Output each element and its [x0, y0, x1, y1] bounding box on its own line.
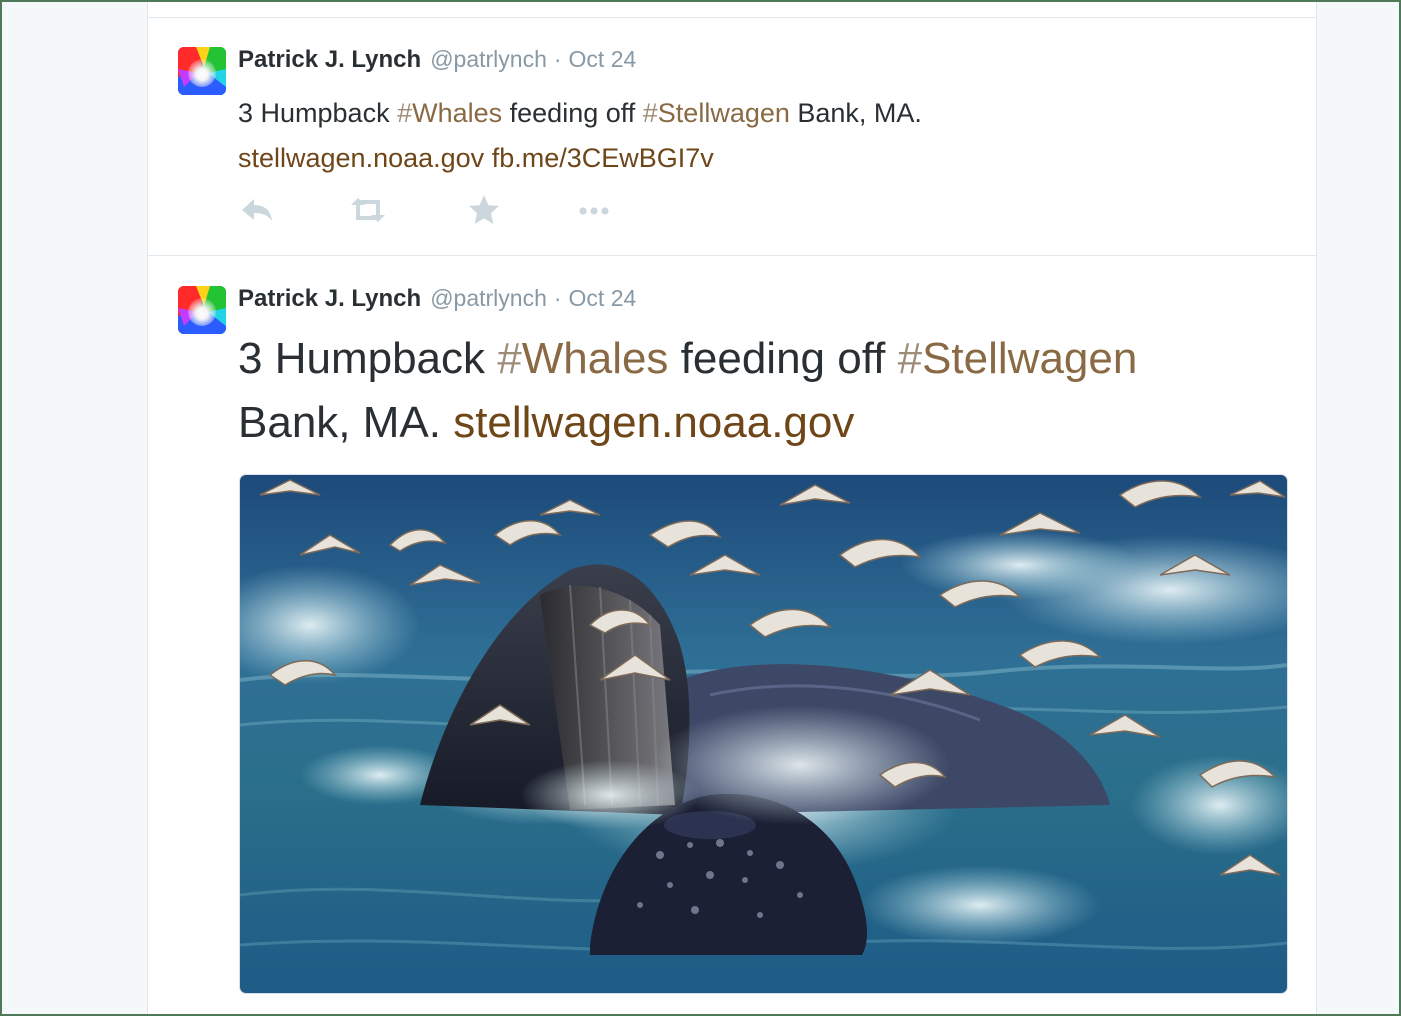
separator: · — [553, 46, 562, 72]
whales-gulls-photo — [240, 475, 1287, 993]
text-segment: feeding off — [668, 334, 898, 383]
retweet-button[interactable] — [348, 190, 388, 230]
tweet-header: Patrick J. Lynch @patrlynch · Oct 24 — [238, 285, 636, 315]
hashtag-symbol: # — [897, 334, 923, 383]
hashtag-symbol: # — [497, 334, 522, 383]
author-name[interactable]: Patrick J. Lynch — [238, 285, 421, 313]
hashtag-whales[interactable]: #Whales — [397, 98, 502, 128]
author-handle[interactable]: @patrlynch — [430, 46, 547, 73]
link-stellwagen[interactable]: stellwagen.noaa.gov — [453, 398, 854, 447]
text-segment: Bank, MA. — [238, 398, 454, 447]
timestamp[interactable]: Oct 24 — [569, 285, 637, 312]
star-icon — [469, 195, 499, 224]
hashtag-stellwagen[interactable]: #Stellwagen — [898, 334, 1138, 383]
tweet-text: 3 Humpback #Whales feeding off #Stellwag… — [238, 91, 1278, 181]
favorite-button[interactable] — [464, 190, 504, 230]
link-fb[interactable]: fb.me/3CEwBGI7v — [492, 143, 714, 173]
avatar[interactable] — [178, 47, 226, 95]
window-frame: Patrick J. Lynch @patrlynch · Oct 24 3 H… — [0, 0, 1401, 1016]
text-segment: 3 Humpback — [238, 98, 398, 128]
tweet-media-photo[interactable] — [239, 474, 1288, 994]
retweet-icon — [351, 198, 385, 222]
text-segment: feeding off — [502, 98, 643, 128]
timestamp[interactable]: Oct 24 — [569, 46, 637, 73]
text-segment: Bank, MA. — [789, 98, 922, 128]
more-button[interactable] — [574, 190, 614, 230]
hashtag-stellwagen[interactable]: #Stellwagen — [643, 98, 790, 128]
reply-button[interactable] — [238, 190, 278, 230]
separator: · — [553, 285, 562, 311]
hashtag-whales[interactable]: #Whales — [497, 334, 668, 383]
author-name[interactable]: Patrick J. Lynch — [238, 46, 421, 74]
hashtag-word: Stellwagen — [657, 98, 790, 128]
tweet-expanded[interactable]: Patrick J. Lynch @patrlynch · Oct 24 3 H… — [148, 256, 1316, 1014]
tweet-header: Patrick J. Lynch @patrlynch · Oct 24 — [238, 46, 636, 76]
timeline-stream: Patrick J. Lynch @patrlynch · Oct 24 3 H… — [147, 2, 1317, 1014]
tweet[interactable]: Patrick J. Lynch @patrlynch · Oct 24 3 H… — [148, 18, 1316, 256]
avatar[interactable] — [178, 286, 226, 334]
hashtag-word: Whales — [412, 98, 503, 128]
hashtag-symbol: # — [642, 98, 658, 128]
hashtag-word: Stellwagen — [922, 334, 1138, 383]
reply-icon — [242, 199, 272, 221]
text-segment: 3 Humpback — [238, 334, 498, 383]
tweet-text-large: 3 Humpback #Whales feeding off #Stellwag… — [238, 327, 1298, 455]
more-icon — [579, 207, 609, 215]
author-handle[interactable]: @patrlynch — [430, 285, 547, 312]
hashtag-word: Whales — [521, 334, 669, 383]
link-stellwagen[interactable]: stellwagen.noaa.gov — [238, 143, 484, 173]
hashtag-symbol: # — [397, 98, 413, 128]
